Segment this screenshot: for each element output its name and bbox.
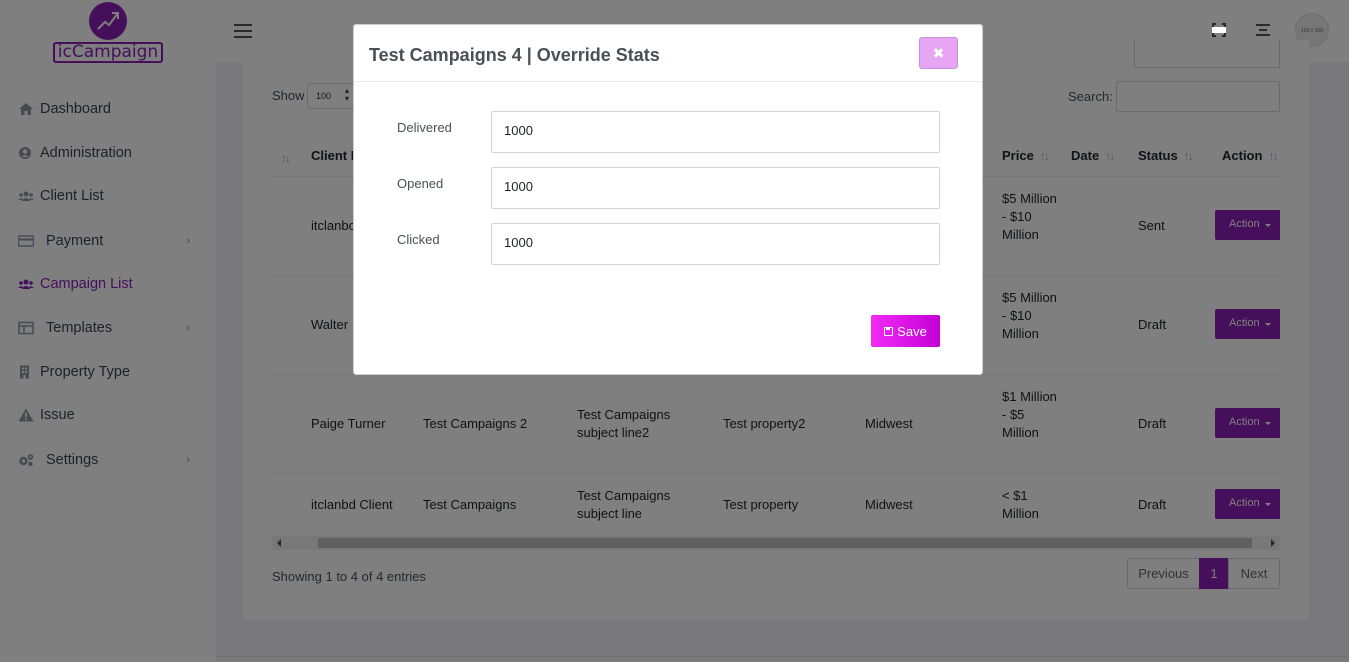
save-icon: [884, 326, 894, 336]
override-stats-modal: Test Campaigns 4 | Override Stats ✖ Deli…: [353, 24, 983, 375]
delivered-field[interactable]: 1000: [491, 111, 940, 153]
close-icon: ✖: [932, 45, 945, 61]
modal-title: Test Campaigns 4 | Override Stats: [369, 45, 660, 65]
clicked-label: Clicked: [397, 232, 440, 247]
close-button[interactable]: ✖: [919, 37, 958, 69]
delivered-label: Delivered: [397, 120, 452, 135]
opened-label: Opened: [397, 176, 444, 191]
modal-header-divider: [354, 81, 982, 82]
opened-field[interactable]: 1000: [491, 167, 940, 209]
save-button[interactable]: Save: [871, 315, 940, 347]
clicked-field[interactable]: 1000: [491, 223, 940, 265]
save-button-label: Save: [897, 323, 927, 339]
